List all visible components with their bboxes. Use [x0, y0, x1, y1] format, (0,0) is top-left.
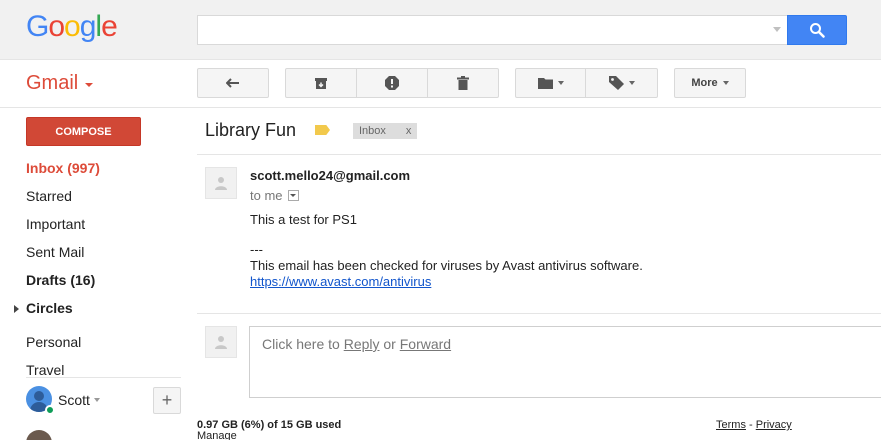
- toolbar-divider: [0, 107, 881, 108]
- gmail-app-switcher[interactable]: Gmail: [26, 72, 94, 95]
- sender-email[interactable]: scott.mello24@gmail.com: [250, 168, 410, 183]
- message-signature-separator: ---: [250, 242, 263, 257]
- sidebar-item-circles[interactable]: Circles: [26, 300, 73, 316]
- logo-letter: g: [79, 10, 97, 43]
- gmail-label: Gmail: [26, 72, 79, 94]
- logo-letter: o: [64, 10, 81, 43]
- reply-link[interactable]: Reply: [344, 336, 380, 352]
- chevron-down-icon: [557, 81, 564, 85]
- hangouts-user-name[interactable]: Scott: [58, 392, 90, 408]
- chevron-down-icon[interactable]: [94, 398, 100, 402]
- footer-links: Terms - Privacy: [716, 419, 792, 431]
- compose-button[interactable]: COMPOSE: [26, 117, 141, 146]
- action-button-group: [285, 68, 499, 98]
- plus-icon: +: [161, 390, 173, 410]
- thread-subject: Library Fun: [205, 120, 297, 140]
- logo-letter: e: [101, 10, 118, 43]
- person-icon: [215, 336, 227, 349]
- back-button[interactable]: [197, 68, 269, 98]
- reply-prefix-text: Click here to: [262, 336, 344, 352]
- forward-link[interactable]: Forward: [400, 336, 451, 352]
- thread-divider: [197, 154, 881, 155]
- terms-link[interactable]: Terms: [716, 419, 746, 431]
- avatar-head: [34, 391, 44, 401]
- archive-icon: [315, 77, 327, 89]
- expand-arrow-icon[interactable]: [14, 305, 19, 313]
- message-signature-text: This email has been checked for viruses …: [250, 258, 643, 273]
- remove-label-close-icon[interactable]: x: [406, 125, 412, 137]
- label-tag-icon: [608, 76, 624, 90]
- sidebar-item-travel[interactable]: Travel: [26, 362, 64, 378]
- reply-divider: [197, 313, 881, 314]
- recipient-text: to me: [250, 188, 283, 203]
- trash-icon: [457, 76, 469, 90]
- contact-avatar[interactable]: [26, 430, 52, 440]
- chevron-down-icon: [722, 81, 729, 85]
- delete-button[interactable]: [428, 69, 498, 97]
- hangouts-divider: [26, 377, 181, 378]
- compose-label: COMPOSE: [55, 125, 112, 138]
- logo-letter: o: [48, 10, 65, 43]
- archive-button[interactable]: [286, 69, 357, 97]
- reply-or-text: or: [379, 336, 400, 352]
- message-body-line: This a test for PS1: [250, 212, 357, 227]
- move-to-button[interactable]: [516, 69, 586, 97]
- search-box: [197, 15, 787, 45]
- back-arrow-icon: [226, 78, 239, 88]
- sender-avatar: [205, 167, 237, 199]
- sidebar-item-important[interactable]: Important: [26, 216, 85, 232]
- online-status-icon: [45, 405, 55, 415]
- reply-prompt: Click here to Reply or Forward: [262, 336, 451, 352]
- google-logo[interactable]: Google: [26, 10, 118, 44]
- search-icon: [810, 23, 825, 38]
- show-details-chevron-icon[interactable]: [287, 190, 299, 201]
- add-contact-button[interactable]: +: [153, 387, 181, 414]
- chevron-down-icon: [85, 82, 94, 87]
- manage-storage-link[interactable]: Manage: [197, 430, 237, 440]
- folder-icon: [537, 78, 553, 89]
- sidebar-item-personal[interactable]: Personal: [26, 334, 81, 350]
- recipient-line: to me: [250, 188, 299, 203]
- search-input[interactable]: [198, 16, 768, 44]
- report-spam-button[interactable]: [357, 69, 428, 97]
- search-options-chevron-icon[interactable]: [773, 27, 781, 32]
- important-marker-icon[interactable]: [315, 125, 330, 135]
- reply-box[interactable]: Click here to Reply or Forward: [249, 326, 881, 398]
- reply-avatar: [205, 326, 237, 358]
- chevron-down-icon: [628, 81, 635, 85]
- more-button[interactable]: More: [674, 68, 746, 98]
- logo-letter: G: [26, 10, 49, 43]
- privacy-link[interactable]: Privacy: [756, 419, 792, 431]
- organize-button-group: [515, 68, 658, 98]
- message-signature-link[interactable]: https://www.avast.com/antivirus: [250, 274, 431, 289]
- search-button[interactable]: [787, 15, 847, 45]
- label-chip-inbox: Inbox x: [353, 123, 418, 139]
- person-icon: [215, 177, 227, 190]
- top-bar: Google: [0, 0, 881, 60]
- label-chip-text: Inbox: [359, 125, 386, 137]
- sidebar-item-drafts[interactable]: Drafts (16): [26, 272, 95, 288]
- sidebar-item-sent-mail[interactable]: Sent Mail: [26, 244, 84, 260]
- sidebar-item-starred[interactable]: Starred: [26, 188, 72, 204]
- footer-separator: -: [745, 419, 756, 431]
- more-label: More: [691, 77, 718, 89]
- labels-button[interactable]: [586, 69, 657, 97]
- sidebar-item-inbox[interactable]: Inbox (997): [26, 160, 100, 176]
- spam-icon: [385, 76, 399, 90]
